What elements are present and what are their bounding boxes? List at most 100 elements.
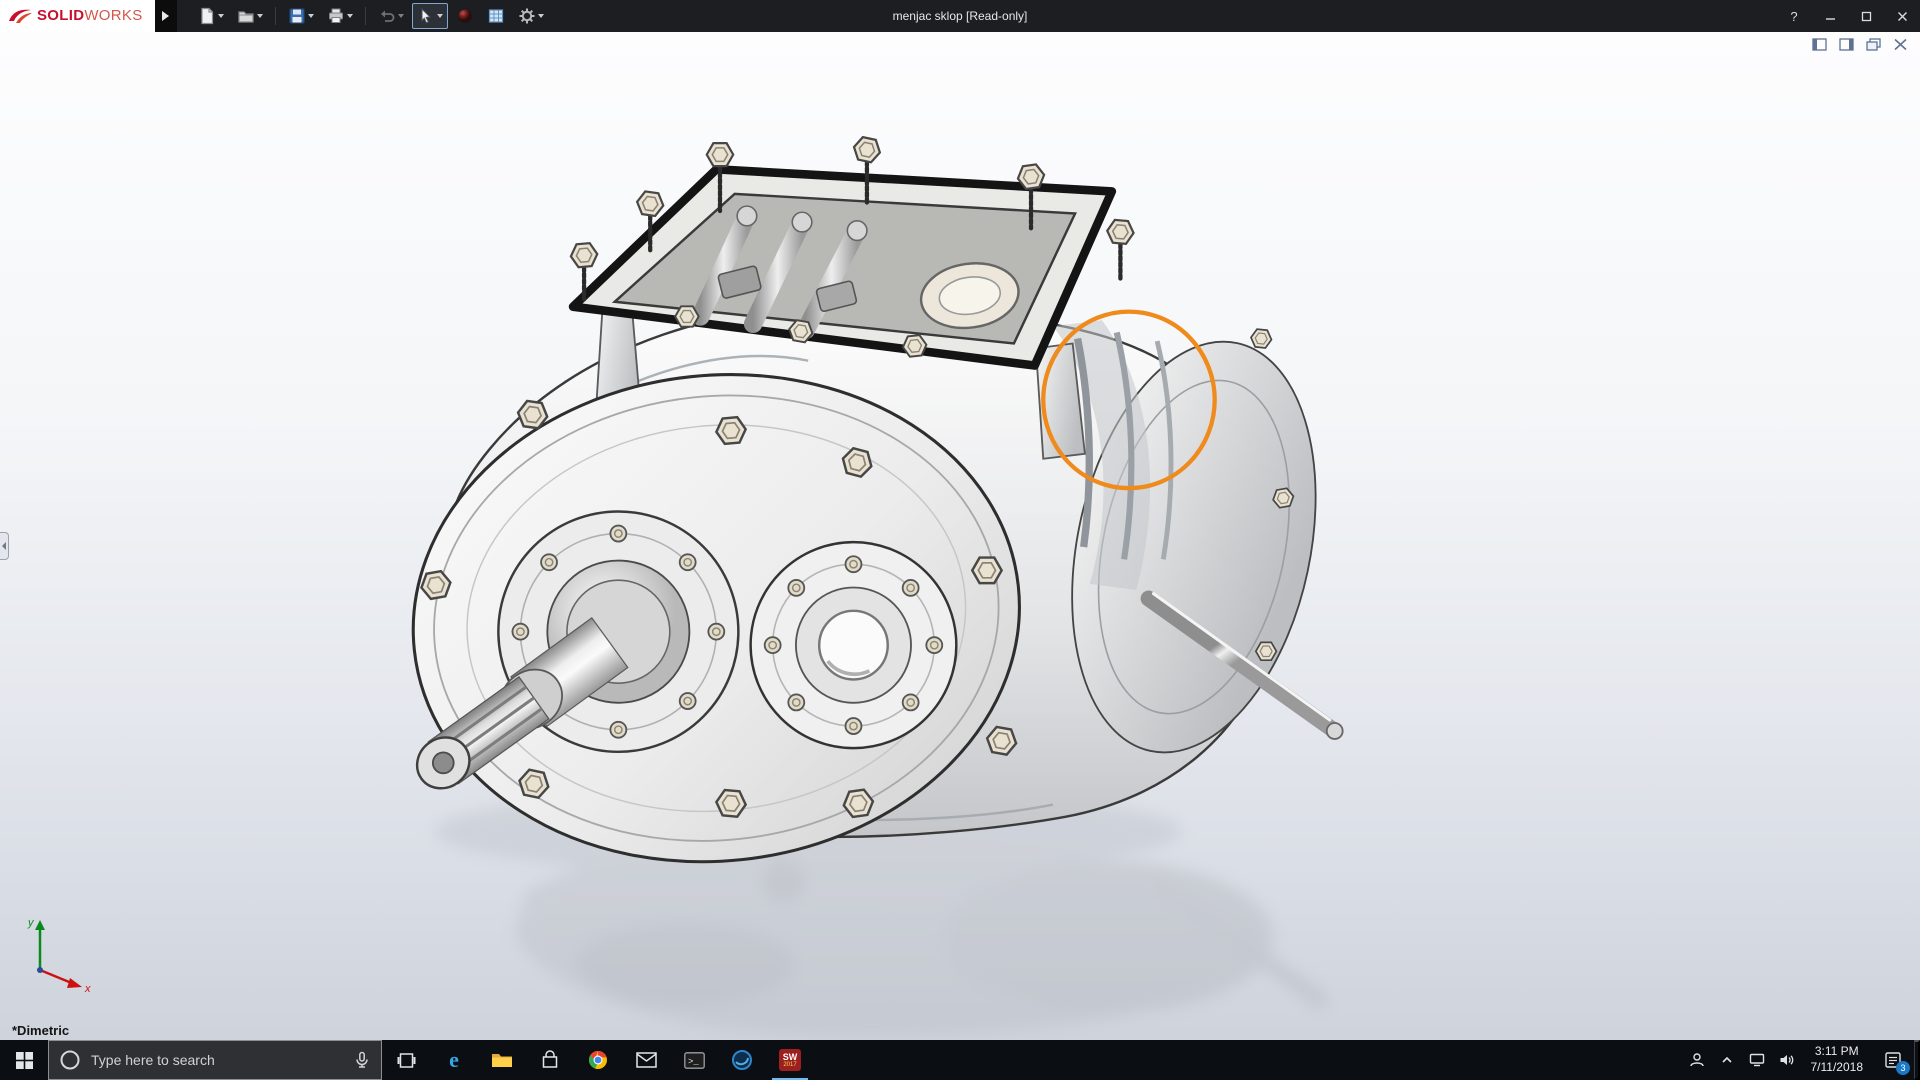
titlebar: SOLIDWORKS menjac sklop [Read-only] ? <box>0 0 1920 32</box>
solidworks-taskbar-icon[interactable]: SW 2017 <box>766 1040 814 1080</box>
flyout-arrow-icon <box>162 11 170 21</box>
brand-solid-text: SOLID <box>37 7 85 24</box>
action-center-button[interactable]: 3 <box>1872 1040 1914 1080</box>
store-icon[interactable] <box>526 1040 574 1080</box>
speaker-icon <box>1780 1055 1793 1065</box>
people-icon[interactable] <box>1682 1040 1712 1080</box>
save-floppy-icon <box>288 8 305 24</box>
taskbar: e <box>0 1040 1920 1080</box>
console-icon: >_ <box>683 1051 705 1069</box>
restore-window-button[interactable] <box>1866 38 1881 51</box>
show-desktop-button[interactable] <box>1914 1040 1920 1080</box>
system-tray: 3:11 PM 7/11/2018 3 <box>1682 1040 1920 1080</box>
window-controls: ? <box>1776 0 1920 32</box>
ethernet-icon <box>1749 1053 1764 1067</box>
task-view-icon <box>397 1052 415 1068</box>
dropdown-caret-icon <box>397 14 404 18</box>
clock-date: 7/11/2018 <box>1810 1060 1864 1074</box>
menu-flyout-button[interactable] <box>154 0 177 32</box>
microphone-icon <box>356 1051 368 1068</box>
cortana-icon <box>60 1050 80 1070</box>
minimize-button[interactable] <box>1812 0 1848 32</box>
pane-left-icon <box>1812 38 1827 51</box>
y-axis-arrow <box>35 920 45 930</box>
toolbar-separator <box>274 7 276 25</box>
options-button[interactable] <box>513 3 549 29</box>
design-table-button[interactable] <box>482 3 510 29</box>
toolbar-separator <box>364 7 366 25</box>
pane-right-button[interactable] <box>1839 38 1854 51</box>
dropdown-caret-icon <box>436 14 443 18</box>
x-axis-arrow <box>67 978 82 988</box>
envelope-icon <box>635 1052 657 1068</box>
dropdown-caret-icon <box>256 14 263 18</box>
show-hidden-icons-button[interactable] <box>1712 1040 1742 1080</box>
edge-icon[interactable]: e <box>430 1040 478 1080</box>
solidworks-app-tile: SW 2017 <box>779 1049 801 1071</box>
new-document-icon <box>200 7 213 25</box>
dropdown-caret-icon <box>537 14 544 18</box>
document-title: menjac sklop [Read-only] <box>892 9 1028 23</box>
close-button[interactable] <box>1884 0 1920 32</box>
shopping-bag-icon <box>542 1050 558 1068</box>
pane-left-button[interactable] <box>1812 38 1827 51</box>
y-axis-label: y <box>27 917 35 929</box>
quick-toolbar <box>193 3 549 29</box>
dropdown-caret-icon <box>217 14 224 18</box>
options-gear-icon <box>519 8 535 24</box>
document-window-controls <box>1812 38 1908 51</box>
minimize-icon <box>1825 17 1835 20</box>
start-button[interactable] <box>0 1040 48 1080</box>
file-explorer-icon[interactable] <box>478 1040 526 1080</box>
network-icon[interactable] <box>1742 1040 1772 1080</box>
solidworks-window: SOLIDWORKS menjac sklop [Read-only] ? y … <box>0 0 1920 1080</box>
select-tool-button[interactable] <box>411 3 448 29</box>
search-input[interactable] <box>91 1052 343 1068</box>
material-sphere-button[interactable] <box>451 3 479 29</box>
edge-logo-icon: e <box>449 1048 459 1072</box>
svg-text:e: e <box>449 1048 459 1072</box>
print-button[interactable] <box>322 3 358 29</box>
graphics-area[interactable]: y x *Dimetric <box>0 32 1920 1040</box>
maximize-button[interactable] <box>1848 0 1884 32</box>
gearbox-model <box>411 134 1344 1036</box>
brand-works-text: WORKS <box>84 7 143 24</box>
reference-triad: y x <box>27 917 91 994</box>
chrome-logo-icon <box>589 1051 607 1069</box>
mail-icon[interactable] <box>622 1040 670 1080</box>
task-view-button[interactable] <box>382 1040 430 1080</box>
help-button[interactable]: ? <box>1776 0 1812 32</box>
chevron-up-icon <box>1721 1056 1732 1063</box>
folder-icon <box>492 1054 512 1067</box>
notification-badge: 3 <box>1896 1061 1910 1075</box>
solidworks-logo: SOLIDWORKS <box>0 0 155 32</box>
pane-right-icon <box>1839 38 1854 51</box>
open-document-button[interactable] <box>232 3 268 29</box>
circular-app-icon[interactable] <box>718 1040 766 1080</box>
panel-collapse-handle[interactable] <box>0 532 9 560</box>
chrome-icon[interactable] <box>574 1040 622 1080</box>
volume-icon[interactable] <box>1772 1040 1802 1080</box>
close-document-icon <box>1894 38 1907 51</box>
clock[interactable]: 3:11 PM 7/11/2018 <box>1802 1040 1873 1080</box>
open-folder-icon <box>237 11 254 23</box>
windows-logo-icon <box>15 1051 33 1069</box>
bearing-cover-hub <box>749 540 958 750</box>
close-document-button[interactable] <box>1893 38 1908 51</box>
command-prompt-icon[interactable]: >_ <box>670 1040 718 1080</box>
design-table-icon <box>488 9 503 23</box>
clock-time: 3:11 PM <box>1814 1044 1859 1059</box>
round-app-glyph-icon <box>732 1050 752 1070</box>
save-button[interactable] <box>283 3 319 29</box>
view-orientation-label: *Dimetric <box>12 1023 70 1038</box>
person-icon <box>1689 1053 1704 1067</box>
new-document-button[interactable] <box>193 3 229 29</box>
ds-logo-icon <box>9 9 32 23</box>
taskbar-search[interactable] <box>48 1040 382 1080</box>
undo-button[interactable] <box>373 3 409 29</box>
dropdown-caret-icon <box>346 14 353 18</box>
z-axis-dot <box>37 967 43 973</box>
restore-window-icon <box>1866 38 1881 51</box>
x-axis-label: x <box>84 983 91 994</box>
print-icon <box>328 8 343 23</box>
